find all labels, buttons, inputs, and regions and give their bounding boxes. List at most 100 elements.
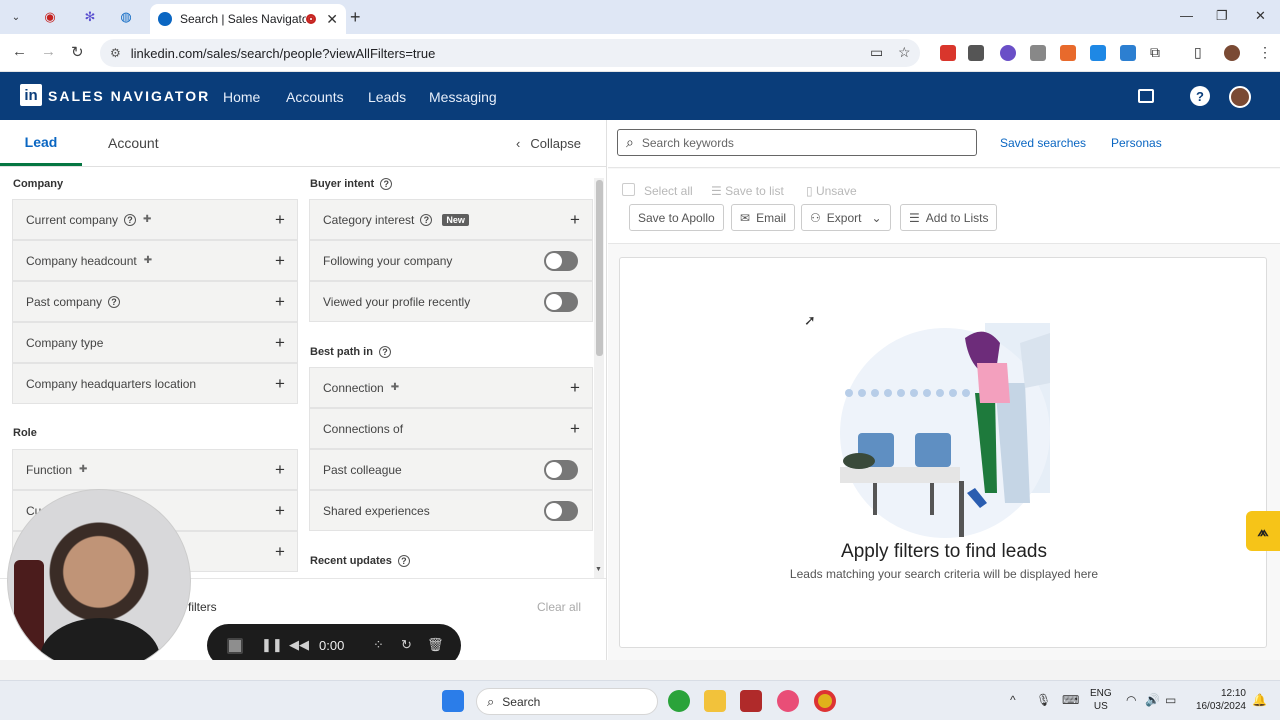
maximize-window-button[interactable]: ❐ — [1216, 8, 1228, 24]
unsave-button[interactable]: ▯ Unsave — [806, 184, 857, 198]
tray-chevron-up-icon[interactable]: ^ — [1010, 693, 1016, 707]
collapse-button[interactable]: ‹ Collapse — [516, 136, 581, 151]
nav-home[interactable]: Home — [223, 89, 260, 105]
browser-menu-icon[interactable]: ⋮ — [1258, 44, 1272, 61]
filter-following-your-company[interactable]: Following your company — [309, 240, 593, 281]
saved-searches-link[interactable]: Saved searches — [1000, 136, 1086, 150]
bookmark-star-icon[interactable]: ☆ — [898, 44, 911, 61]
chrome-icon[interactable] — [814, 690, 836, 712]
email-button[interactable]: ✉ Email — [731, 204, 796, 231]
site-info-icon[interactable]: ⚙ — [110, 46, 121, 60]
nav-messaging[interactable]: Messaging — [429, 89, 497, 105]
close-window-button[interactable]: ✕ — [1255, 8, 1266, 24]
filter-shared-experiences[interactable]: Shared experiences — [309, 490, 593, 531]
help-icon[interactable]: ? — [1190, 86, 1210, 106]
rewind-icon[interactable]: ◀◀ — [289, 637, 309, 653]
save-to-list-button[interactable]: ☰ Save to list — [711, 184, 784, 198]
nav-leads[interactable]: Leads — [368, 89, 406, 105]
xbox-icon[interactable] — [668, 690, 690, 712]
search-keywords-input[interactable]: ⌕ Search keywords — [617, 129, 977, 156]
select-all-label[interactable]: Select all — [644, 184, 693, 198]
microphone-icon[interactable]: 🎙 — [1036, 693, 1051, 707]
toggle-switch[interactable] — [544, 251, 578, 271]
reload-icon[interactable]: ↻ — [71, 43, 84, 61]
notifications-icon[interactable]: 🔔 — [1252, 693, 1267, 707]
stop-recording-icon[interactable] — [227, 638, 243, 654]
language-indicator[interactable]: ENG US — [1090, 687, 1112, 713]
pause-icon[interactable]: ❚❚ — [261, 637, 283, 653]
minimize-window-button[interactable]: — — [1180, 8, 1193, 23]
add-icon[interactable]: + — [263, 501, 297, 521]
camera-icon[interactable]: ▭ — [870, 44, 883, 61]
personas-link[interactable]: Personas — [1111, 136, 1162, 150]
nav-accounts[interactable]: Accounts — [286, 89, 344, 105]
extension-red-icon[interactable] — [940, 45, 956, 61]
add-icon[interactable]: + — [263, 460, 297, 480]
wifi-icon[interactable]: ◠ — [1126, 693, 1136, 707]
add-icon[interactable]: + — [263, 292, 297, 312]
app-red-icon[interactable] — [740, 690, 762, 712]
tab-gear-icon[interactable]: ✻ — [80, 7, 100, 27]
scrollbar-thumb[interactable] — [596, 180, 603, 356]
linkedin-logo[interactable]: in — [20, 84, 42, 106]
taskbar-search[interactable]: ⌕ Search — [476, 688, 658, 715]
filter-past-colleague[interactable]: Past colleague — [309, 449, 593, 490]
add-icon[interactable]: + — [263, 542, 297, 562]
add-icon[interactable]: + — [558, 419, 592, 439]
new-tab-button[interactable]: + — [350, 7, 361, 28]
help-circle-icon[interactable]: ? — [397, 555, 410, 567]
filter-function[interactable]: Function ✚ + — [12, 449, 298, 490]
tab-compass-icon[interactable]: ◍ — [116, 7, 136, 27]
apollo-extension-tab[interactable]: ⩕ — [1246, 511, 1280, 551]
tab-record-icon[interactable]: ◉ — [40, 7, 60, 27]
brand-name[interactable]: SALES NAVIGATOR — [48, 88, 210, 104]
filter-past-company[interactable]: Past company? + — [12, 281, 298, 322]
help-circle-icon[interactable]: ? — [108, 295, 121, 308]
toggle-switch[interactable] — [544, 292, 578, 312]
toggle-switch[interactable] — [544, 460, 578, 480]
filter-company-hq-location[interactable]: Company headquarters location + — [12, 363, 298, 404]
save-to-apollo-button[interactable]: Save to Apollo — [629, 204, 724, 231]
battery-icon[interactable]: ▭ — [1165, 693, 1176, 707]
close-tab-icon[interactable]: ✕ — [326, 11, 338, 28]
grid-icon[interactable]: ⁘ — [373, 637, 384, 653]
extension-blue-icon[interactable] — [1120, 45, 1136, 61]
extension-purple-icon[interactable] — [1000, 45, 1016, 61]
windows-start-icon[interactable] — [442, 690, 464, 712]
select-all-checkbox[interactable] — [622, 183, 635, 196]
filter-category-interest[interactable]: Category interest? New + — [309, 199, 593, 240]
filter-current-company[interactable]: Current company? ✚ + — [12, 199, 298, 240]
volume-icon[interactable]: 🔊 — [1145, 693, 1160, 707]
filter-connection[interactable]: Connection ✚ + — [309, 367, 593, 408]
scroll-down-arrow-icon[interactable]: ▼ — [595, 566, 602, 573]
delete-icon[interactable]: 🗑 — [427, 637, 444, 653]
add-icon[interactable]: + — [558, 210, 592, 230]
profile-avatar-icon[interactable] — [1224, 45, 1240, 61]
help-circle-icon[interactable]: ? — [380, 178, 393, 190]
extension-n-icon[interactable] — [1090, 45, 1106, 61]
extensions-puzzle-icon[interactable]: ⧉ — [1150, 44, 1160, 61]
active-browser-tab[interactable]: Search | Sales Navigator ✕ — [150, 4, 346, 34]
keyboard-icon[interactable]: ⌨ — [1062, 693, 1079, 707]
forward-arrow-icon[interactable]: → — [41, 43, 56, 60]
restart-icon[interactable]: ↻ — [401, 637, 412, 653]
tab-list-chevron-icon[interactable]: ⌄ — [6, 7, 26, 27]
user-avatar[interactable] — [1229, 86, 1251, 108]
help-circle-icon[interactable]: ? — [124, 213, 137, 226]
help-circle-icon[interactable]: ? — [378, 346, 391, 358]
extension-flag-icon[interactable] — [1030, 45, 1046, 61]
tab-lead[interactable]: Lead — [0, 120, 82, 166]
filter-company-headcount[interactable]: Company headcount ✚ + — [12, 240, 298, 281]
extension-grey-icon[interactable] — [968, 45, 984, 61]
file-explorer-icon[interactable] — [704, 690, 726, 712]
filter-company-type[interactable]: Company type + — [12, 322, 298, 363]
help-circle-icon[interactable]: ? — [420, 213, 433, 226]
back-arrow-icon[interactable]: ← — [12, 43, 27, 60]
add-icon[interactable]: + — [558, 378, 592, 398]
export-button[interactable]: ⚇ Export ⌄ — [801, 204, 891, 231]
filter-viewed-your-profile[interactable]: Viewed your profile recently — [309, 281, 593, 322]
gift-icon[interactable] — [1138, 89, 1154, 103]
add-icon[interactable]: + — [263, 210, 297, 230]
add-icon[interactable]: + — [263, 333, 297, 353]
add-to-lists-button[interactable]: ☰ Add to Lists — [900, 204, 998, 231]
